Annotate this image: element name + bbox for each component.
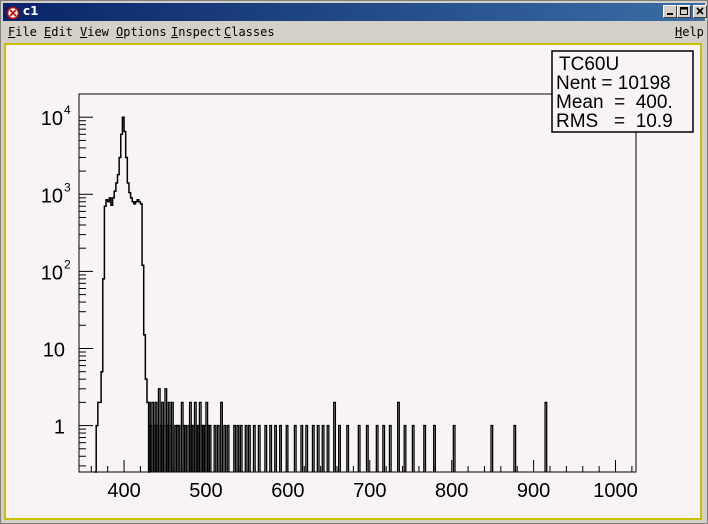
menu-classes[interactable]: Classes bbox=[224, 25, 275, 39]
y-tick-label-exponent: 4 bbox=[64, 103, 71, 117]
close-icon bbox=[696, 7, 704, 15]
maximize-icon bbox=[680, 7, 688, 15]
stats-rms: RMS = 10.9 bbox=[556, 111, 673, 132]
root-canvas[interactable]: 400 500 600 700 800 900 1000 1 10 10 2 10 3 10 4 TC60… bbox=[4, 43, 702, 520]
x-tick-label: 1000 bbox=[593, 480, 638, 502]
menu-help[interactable]: Help bbox=[675, 25, 704, 39]
stats-box[interactable]: TC60U Nent = 10198 Mean = 400. RMS = 10.… bbox=[551, 50, 694, 133]
x-tick-label: 900 bbox=[517, 480, 550, 502]
stats-mean: Mean = 400. bbox=[556, 92, 673, 113]
minimize-icon bbox=[667, 13, 673, 15]
menu-file[interactable]: File bbox=[8, 25, 37, 39]
y-tick-label-text: 10 bbox=[43, 339, 65, 361]
window-title: c1 bbox=[23, 4, 39, 18]
y-tick-label-base: 10 bbox=[41, 108, 63, 130]
plot-frame bbox=[78, 93, 637, 473]
menu-options[interactable]: Options bbox=[116, 25, 167, 39]
minimize-button[interactable] bbox=[663, 5, 677, 18]
y-tick-label: 1 bbox=[54, 417, 65, 439]
y-tick-label: 10 4 bbox=[41, 103, 71, 130]
maximize-button[interactable] bbox=[677, 5, 691, 18]
close-button[interactable] bbox=[693, 5, 707, 18]
x-tick-label: 700 bbox=[353, 480, 386, 502]
stats-entries: Nent = 10198 bbox=[556, 73, 671, 94]
menu-view[interactable]: View bbox=[80, 25, 109, 39]
y-tick-label: 10 bbox=[43, 339, 65, 361]
y-tick-label-base: 10 bbox=[41, 185, 63, 207]
y-tick-label: 10 3 bbox=[41, 180, 71, 207]
menu-inspect[interactable]: Inspect bbox=[171, 25, 222, 39]
app-window: c1 File Edit View Options Inspect Classe… bbox=[0, 0, 708, 524]
y-tick-label: 10 2 bbox=[41, 257, 71, 284]
root-app-icon bbox=[6, 5, 20, 20]
stats-histogram-name: TC60U bbox=[559, 54, 619, 75]
menu-edit[interactable]: Edit bbox=[44, 25, 73, 39]
x-tick-label: 800 bbox=[435, 480, 468, 502]
y-tick-label-base: 10 bbox=[41, 262, 63, 284]
menu-bar: File Edit View Options Inspect Classes H… bbox=[3, 23, 705, 43]
title-bar[interactable]: c1 bbox=[3, 3, 707, 21]
y-tick-label-exponent: 2 bbox=[64, 257, 71, 271]
y-tick-label-text: 1 bbox=[54, 417, 65, 439]
histogram-plot[interactable]: 400 500 600 700 800 900 1000 11010 210 310 4 TC60… bbox=[6, 45, 700, 518]
y-tick-label-exponent: 3 bbox=[64, 180, 71, 194]
x-tick-label: 400 bbox=[107, 480, 140, 502]
x-tick-label: 600 bbox=[271, 480, 304, 502]
x-tick-label: 500 bbox=[189, 480, 222, 502]
